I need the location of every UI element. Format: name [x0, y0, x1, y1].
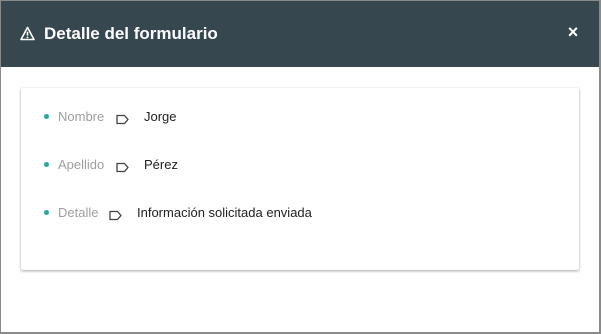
bullet-icon: [44, 210, 49, 215]
field-row-nombre: Nombre Jorge: [21, 107, 579, 127]
field-row-apellido: Apellido Pérez: [21, 155, 579, 175]
field-value: Jorge: [144, 109, 177, 124]
field-label: Nombre: [58, 109, 105, 124]
modal-title: Detalle del formulario: [44, 24, 218, 43]
bullet-icon: [44, 114, 49, 119]
detail-card: Nombre Jorge Apellido Pérez Detalle Info…: [21, 88, 579, 270]
modal-header: Detalle del formulario ×: [1, 1, 599, 67]
field-label: Apellido: [58, 157, 105, 172]
field-value: Información solicitada enviada: [137, 205, 312, 220]
field-label: Detalle: [58, 205, 99, 220]
tag-icon: [116, 111, 129, 125]
tag-icon: [109, 207, 122, 221]
field-row-detalle: Detalle Información solicitada enviada: [21, 203, 579, 223]
modal-body: Nombre Jorge Apellido Pérez Detalle Info…: [1, 67, 599, 332]
tag-icon: [116, 159, 129, 173]
bullet-icon: [44, 162, 49, 167]
field-value: Pérez: [144, 157, 178, 172]
close-button[interactable]: ×: [566, 23, 580, 41]
form-detail-modal: Detalle del formulario × Nombre Jorge Ap…: [1, 1, 599, 332]
warning-icon: [20, 26, 35, 41]
